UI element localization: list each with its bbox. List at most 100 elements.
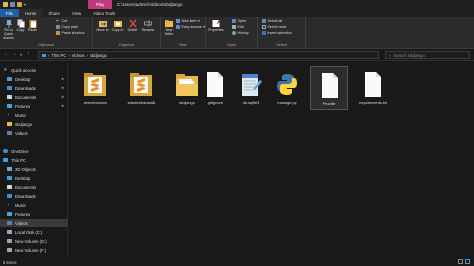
nav-new-volume-d[interactable]: New Volume (D:) (0, 237, 68, 245)
rename-button[interactable]: Rename (141, 19, 155, 33)
nav-pictures[interactable]: Pictures (0, 210, 68, 218)
easy-access-button[interactable]: Easy access ▾ (176, 25, 205, 29)
folder-icon (7, 121, 12, 127)
recent-locations-icon[interactable]: ▾ (20, 52, 22, 57)
ribbon-tabs: File Home Share View Video Tools (0, 9, 474, 17)
nav-music[interactable]: ♪ Music (0, 111, 68, 119)
select-all-button[interactable]: Select all (262, 19, 282, 23)
file-item-requirements-txt[interactable]: requirements.txt (354, 66, 392, 110)
select-none-button[interactable]: Select none (262, 25, 286, 29)
clipboard-group-label: Clipboard (37, 43, 55, 47)
open-group-label: Open (226, 43, 237, 47)
item-count: 8 items (3, 259, 17, 265)
tab-video-tools[interactable]: Video Tools (87, 9, 121, 17)
sublime-folder-icon (129, 71, 153, 98)
delete-button[interactable]: Delete (126, 19, 139, 33)
new-folder-button[interactable]: New folder (163, 19, 175, 37)
move-to-button[interactable]: Move to (96, 19, 109, 33)
properties-button[interactable]: Properties (208, 19, 224, 33)
file-item-gitignore[interactable]: .gitignore (196, 66, 234, 110)
file-item-manage-py[interactable]: manage.py (268, 66, 306, 110)
nav-new-volume-f[interactable]: New Volume (F:) (0, 246, 68, 254)
nav-pictures-pinned[interactable]: Pictures ✱ (0, 102, 68, 110)
invert-selection-button[interactable]: Invert selection (262, 31, 292, 35)
copy-icon (17, 19, 25, 28)
large-icons-view-icon[interactable] (465, 259, 470, 264)
star-icon: ★ (3, 66, 8, 73)
search-input[interactable]: ⌕ Search sbdjango (385, 51, 470, 59)
python-file-icon (275, 71, 299, 98)
status-bar: 8 items (0, 258, 474, 266)
breadcrumb-this-pc[interactable]: This PC (51, 53, 66, 58)
nav-music-pc[interactable]: ♪ Music (0, 201, 68, 209)
copy-path-button[interactable]: Copy path (56, 25, 78, 29)
edit-icon (232, 25, 236, 29)
tab-view[interactable]: View (66, 9, 87, 17)
new-group: New folder New item ▾ Easy access ▾ New (161, 17, 206, 49)
new-folder-icon[interactable] (17, 2, 22, 7)
paste-shortcut-button[interactable]: Paste shortcut (56, 31, 84, 35)
copy-button[interactable]: Copy (15, 19, 26, 33)
pin-icon: ✱ (61, 77, 64, 81)
history-button[interactable]: History (232, 31, 249, 35)
breadcrumb-videos[interactable]: Videos (72, 53, 85, 58)
open-button[interactable]: Open (232, 19, 246, 23)
back-arrow-icon[interactable]: ← (4, 51, 9, 57)
pin-quick-access-button[interactable]: Pin to Quick access (3, 19, 14, 40)
scissors-icon: ✂ (56, 18, 60, 23)
folder-icon (3, 2, 8, 7)
cut-button[interactable]: ✂ Cut (56, 18, 67, 24)
organize-group-label: Organize (118, 43, 135, 47)
tab-share[interactable]: Share (42, 9, 65, 17)
nav-this-pc[interactable]: This PC (0, 156, 68, 164)
nav-videos[interactable]: Videos (0, 219, 68, 227)
up-arrow-icon[interactable]: ↑ (27, 51, 30, 57)
new-item-button[interactable]: New item ▾ (176, 19, 200, 23)
details-view-icon[interactable] (458, 259, 463, 264)
picture-icon (7, 211, 12, 217)
nav-onedrive[interactable]: OneDrive (0, 147, 68, 155)
forward-arrow-icon[interactable]: → (12, 51, 17, 57)
tab-home[interactable]: Home (18, 9, 43, 17)
rename-icon (144, 19, 152, 28)
address-bar[interactable]: › This PC › Videos › sbdjango (38, 51, 379, 59)
picture-icon (7, 103, 12, 109)
nav-videos-quick[interactable]: Videos (0, 129, 68, 137)
pin-icon (5, 19, 13, 28)
breadcrumb-sbdjango[interactable]: sbdjango (90, 53, 107, 58)
nav-documents[interactable]: Documents (0, 183, 68, 191)
desktop-icon (7, 76, 12, 82)
blank-file-icon (318, 72, 342, 99)
music-icon: ♪ (7, 201, 10, 208)
nav-desktop[interactable]: Desktop (0, 174, 68, 182)
computer-icon (3, 157, 8, 163)
qat-dropdown-icon[interactable]: ▾ (24, 2, 26, 7)
properties-icon[interactable] (10, 2, 15, 7)
nav-desktop-pinned[interactable]: Desktop ✱ (0, 75, 68, 83)
nav-quick-access[interactable]: ★ Quick access (0, 66, 68, 74)
properties-icon (212, 19, 221, 28)
document-icon (7, 94, 12, 100)
nav-sbdjango[interactable]: sbdjango (0, 120, 68, 128)
delete-icon (128, 19, 137, 28)
play-context-tab[interactable]: Play (88, 0, 112, 9)
download-icon (7, 193, 12, 199)
file-item-ebextensions[interactable]: .ebextensions (76, 66, 114, 110)
file-item-procfile[interactable]: Procfile (310, 66, 348, 110)
move-to-icon (98, 19, 107, 28)
file-item-db-sqlite3[interactable]: db.sqlite3 (232, 66, 270, 110)
paste-icon (29, 19, 37, 28)
nav-documents-pinned[interactable]: Documents ✱ (0, 93, 68, 101)
download-icon (7, 85, 12, 91)
nav-downloads[interactable]: Downloads (0, 192, 68, 200)
edit-button[interactable]: Edit (232, 25, 244, 29)
paste-button[interactable]: Paste (27, 19, 38, 33)
nav-3d-objects[interactable]: 3D Objects (0, 165, 68, 173)
copy-to-button[interactable]: Copy to (111, 19, 124, 33)
file-item-elasticbeanstalk[interactable]: .elasticbeanstalk (122, 66, 160, 110)
nav-downloads-pinned[interactable]: Downloads ✱ (0, 84, 68, 92)
blank-file-icon (361, 71, 385, 98)
navigation-pane: ★ Quick access Desktop ✱ Downloads ✱ Doc… (0, 62, 68, 258)
tab-file[interactable]: File (0, 9, 19, 17)
nav-local-disk-c[interactable]: Local Disk (C:) (0, 228, 68, 236)
